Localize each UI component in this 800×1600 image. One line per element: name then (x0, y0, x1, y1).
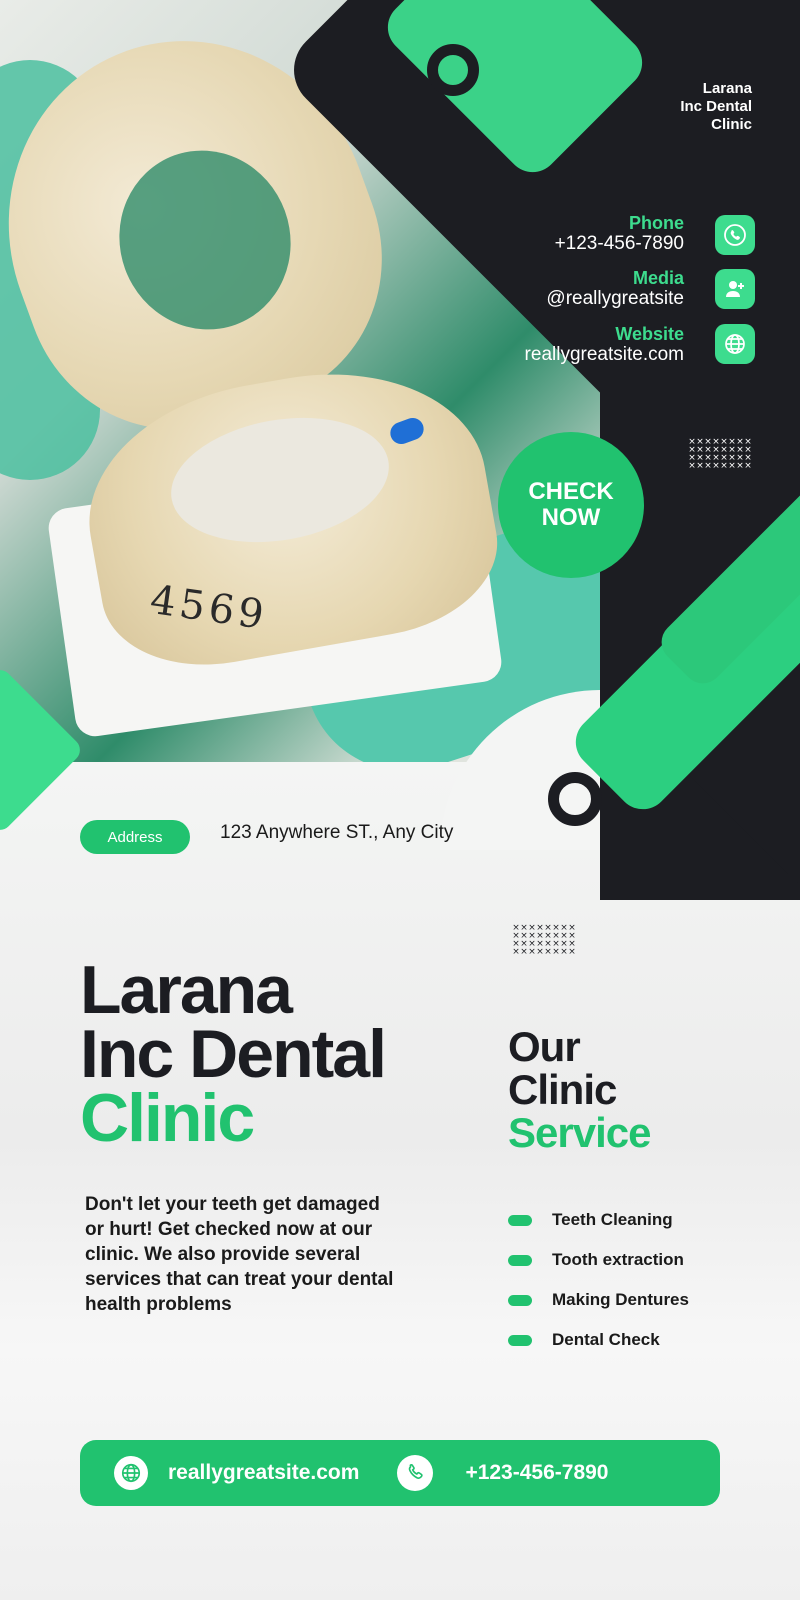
contact-media: Media @reallygreatsite (546, 268, 684, 310)
globe-icon[interactable] (715, 324, 755, 364)
contact-value[interactable]: reallygreatsite.com (525, 344, 684, 366)
user-plus-icon[interactable] (715, 269, 755, 309)
address-badge: Address (80, 820, 190, 854)
globe-icon (114, 1456, 148, 1490)
address-text: 123 Anywhere ST., Any City (220, 822, 454, 843)
bullet-pill (508, 1214, 532, 1226)
bullet-pill (508, 1294, 532, 1306)
brand-name-small: Larana Inc Dental Clinic (680, 80, 752, 134)
title-accent: Clinic (80, 1080, 255, 1156)
services-list: Teeth Cleaning Tooth extraction Making D… (508, 1200, 689, 1360)
services-title-accent: Service (508, 1109, 651, 1156)
ring-middle (548, 772, 602, 826)
services-title-line: Our (508, 1023, 581, 1070)
services-title: Our Clinic Service (508, 1023, 651, 1156)
phone-icon[interactable] (715, 215, 755, 255)
dot-pattern-top: × × × × × × × × × × × × × × × × × × × × × × × × × × × × × × × × (688, 437, 752, 471)
contact-phone: Phone +123-456-7890 (555, 213, 684, 255)
brand-line: Inc Dental (680, 98, 752, 115)
service-item: Tooth extraction (508, 1240, 689, 1280)
service-label: Dental Check (552, 1330, 660, 1349)
footer-phone[interactable]: +123-456-7890 (465, 1461, 608, 1485)
brand-line: Larana (702, 80, 752, 97)
contact-website: Website reallygreatsite.com (525, 324, 684, 366)
contact-label: Media (632, 268, 684, 288)
bullet-pill (508, 1334, 532, 1346)
service-item: Teeth Cleaning (508, 1200, 689, 1240)
title-line: Larana (80, 952, 293, 1028)
contact-label: Website (615, 324, 684, 344)
service-item: Making Dentures (508, 1280, 689, 1320)
title-line: Inc Dental (80, 1016, 387, 1092)
cta-line: NOW (541, 504, 601, 531)
footer-website[interactable]: reallygreatsite.com (168, 1461, 359, 1485)
contact-label: Phone (628, 213, 684, 233)
brand-line: Clinic (711, 116, 752, 133)
check-now-button[interactable]: CHECK NOW (498, 432, 644, 578)
dot-pattern-middle: × × × × × × × × × × × × × × × × × × × × × × × × × × × × × × × × (512, 923, 576, 957)
bullet-pill (508, 1254, 532, 1266)
service-label: Making Dentures (552, 1290, 689, 1309)
contact-value[interactable]: @reallygreatsite (546, 288, 684, 310)
service-item: Dental Check (508, 1320, 689, 1360)
contact-value[interactable]: +123-456-7890 (555, 233, 684, 255)
footer-bar: reallygreatsite.com +123-456-7890 (80, 1440, 720, 1506)
services-title-line: Clinic (508, 1066, 617, 1113)
service-label: Teeth Cleaning (552, 1210, 673, 1229)
service-label: Tooth extraction (552, 1250, 684, 1269)
phone-icon (397, 1455, 434, 1491)
clinic-title: Larana Inc Dental Clinic (80, 952, 387, 1156)
clinic-description: Don't let your teeth get damaged or hurt… (85, 1194, 394, 1315)
cta-line: CHECK (528, 478, 614, 505)
ring-top (427, 44, 479, 96)
